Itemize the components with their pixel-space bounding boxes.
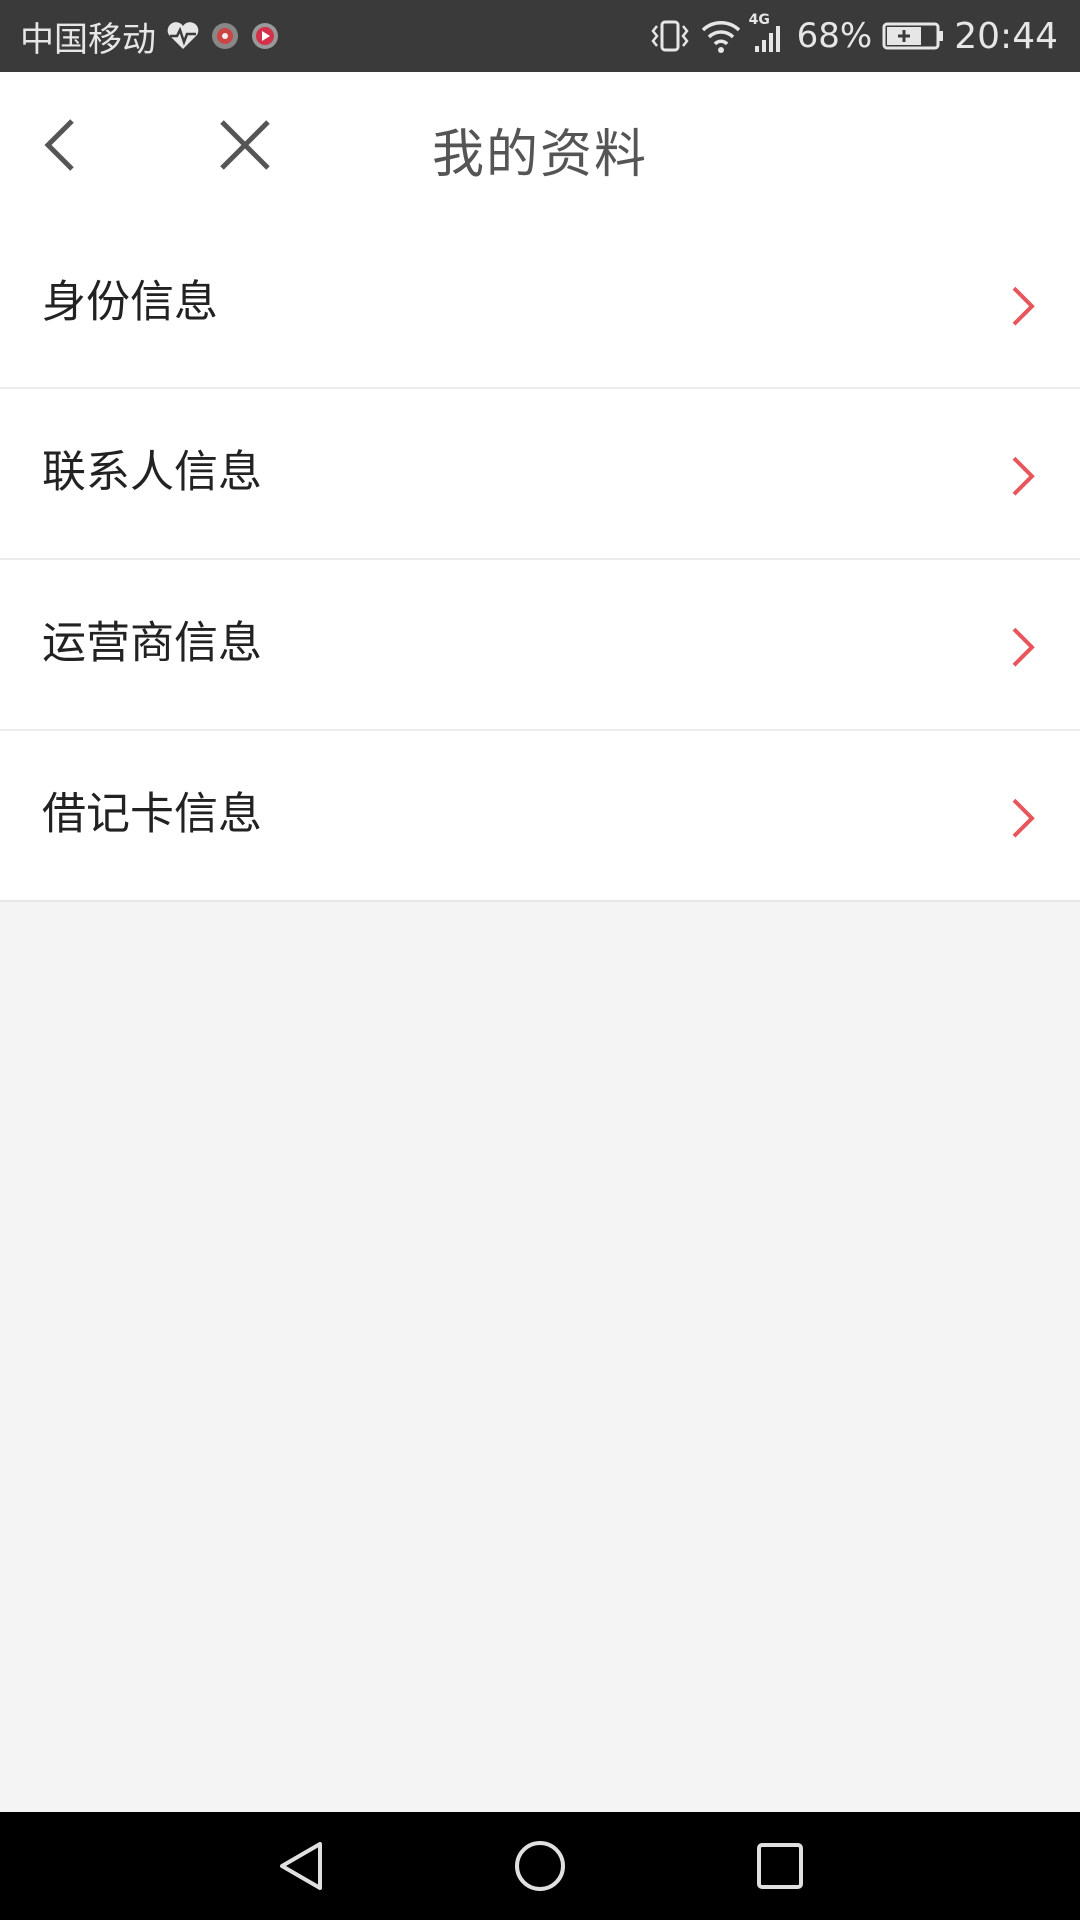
- carrier-name: 中国移动: [20, 19, 156, 60]
- empty-content-area: [0, 904, 1080, 1812]
- system-recent-apps-button[interactable]: [748, 1834, 812, 1898]
- menu-item-label: 借记卡信息: [42, 788, 262, 840]
- menu-item-label: 身份信息: [42, 276, 218, 328]
- menu-item-identity-info[interactable]: 身份信息: [0, 220, 1080, 389]
- battery-percent: 68%: [796, 16, 873, 56]
- menu-item-label: 运营商信息: [42, 617, 262, 669]
- app-notification-icon: [210, 21, 240, 51]
- status-right: 4G 68% 20:44: [649, 12, 1058, 57]
- video-notification-icon: [250, 21, 280, 51]
- wifi-icon: [701, 18, 741, 54]
- chevron-right-icon: [1012, 627, 1035, 667]
- chevron-right-icon: [1012, 456, 1035, 496]
- vibrate-icon: [649, 18, 691, 54]
- nav-back-icon: [280, 1842, 322, 1890]
- signal-icon: 4G: [749, 12, 787, 54]
- menu-item-carrier-info[interactable]: 运营商信息: [0, 560, 1080, 731]
- clock: 20:44: [954, 15, 1058, 57]
- battery-charging-icon: [882, 20, 944, 52]
- system-back-button[interactable]: [270, 1834, 334, 1898]
- page-title: 我的资料: [431, 125, 648, 185]
- system-home-button[interactable]: [508, 1834, 572, 1898]
- menu-item-debit-card-info[interactable]: 借记卡信息: [0, 731, 1080, 902]
- chevron-right-icon: [1012, 798, 1035, 838]
- system-navigation-bar: [0, 1812, 1080, 1920]
- menu-item-label: 联系人信息: [42, 446, 262, 498]
- nav-recent-icon: [757, 1843, 803, 1889]
- heart-rate-icon: [166, 21, 200, 51]
- network-type-label: 4G: [748, 12, 770, 28]
- nav-header: 我的资料: [0, 72, 1080, 220]
- nav-home-icon: [515, 1841, 565, 1891]
- status-bar: 中国移动 4G 68% 20:44: [0, 0, 1080, 72]
- status-left: 中国移动: [20, 12, 280, 61]
- menu-item-contact-info[interactable]: 联系人信息: [0, 389, 1080, 560]
- chevron-right-icon: [1012, 286, 1035, 326]
- profile-menu-list: 身份信息 联系人信息 运营商信息 借记卡信息: [0, 220, 1080, 902]
